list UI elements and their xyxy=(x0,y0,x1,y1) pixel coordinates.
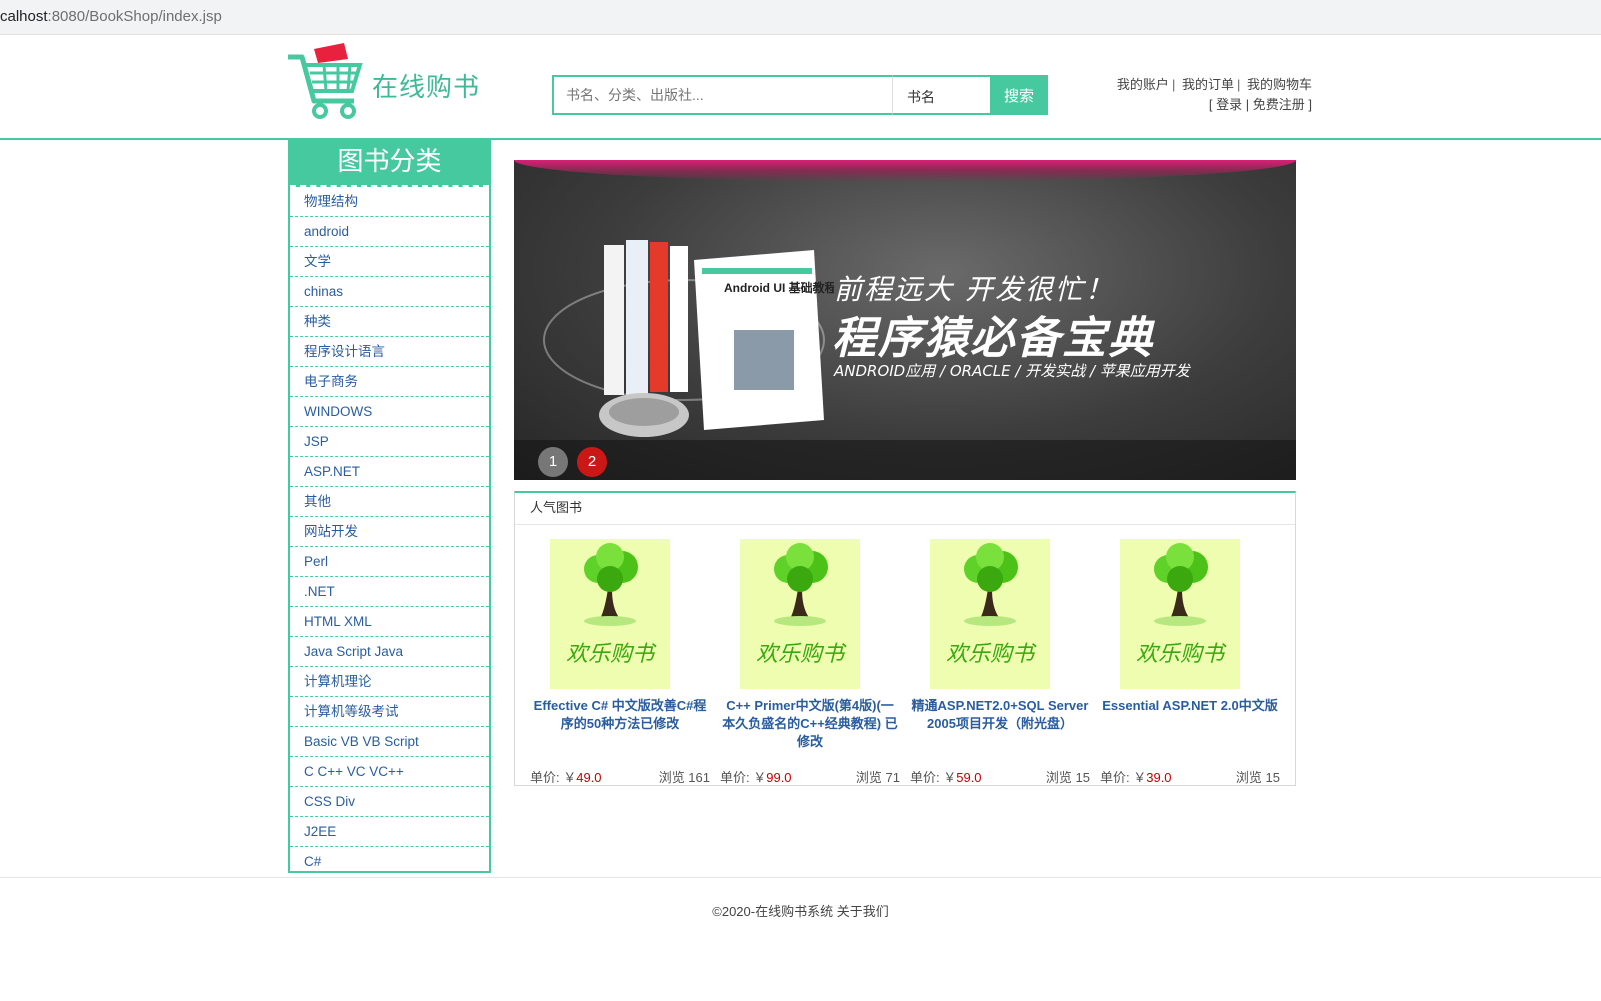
footer-text: ©2020-在线购书系统 关于我们 xyxy=(712,904,889,919)
banner-line3: ANDROID应用 / ORACLE / 开发实战 / 苹果应用开发 xyxy=(834,362,1190,380)
sidebar-category-item[interactable]: J2EE xyxy=(290,817,489,847)
sidebar-category-item[interactable]: ASP.NET xyxy=(290,457,489,487)
my-account-link[interactable]: 我的账户 xyxy=(1117,77,1169,92)
price-label: 单价: ￥ xyxy=(720,770,767,785)
sidebar-category-item[interactable]: WINDOWS xyxy=(290,397,489,427)
cover-text: 欢乐购书 xyxy=(566,642,657,667)
sidebar-category-item[interactable]: JSP xyxy=(290,427,489,457)
promo-banner[interactable]: Android UI 基础教程 前程远大 开发很忙！ 程序猿必备宝典 ANDRO… xyxy=(514,160,1296,480)
sidebar-category-item[interactable]: 其他 xyxy=(290,487,489,517)
price-label: 单价: ￥ xyxy=(910,770,957,785)
sidebar-category-item[interactable]: Perl xyxy=(290,547,489,577)
cover-text: 欢乐购书 xyxy=(756,642,847,667)
category-list: 物理结构 android 文学 chinas 种类 程序设计语言 电子商务 WINDOWS JS… xyxy=(290,187,489,876)
register-link[interactable]: 免费注册 xyxy=(1253,97,1305,112)
book-meta: 单价: ￥99.0 浏览 71 xyxy=(720,767,900,786)
search-type-value: 书名 xyxy=(907,89,935,105)
sidebar-category-item[interactable]: 种类 xyxy=(290,307,489,337)
slide-dot-1[interactable]: 1 xyxy=(538,447,568,477)
sidebar-category-item[interactable]: Basic VB VB Script xyxy=(290,727,489,757)
slide-dot-2[interactable]: 2 xyxy=(577,447,607,477)
book-price: 49.0 xyxy=(576,770,602,785)
sidebar-category-item[interactable]: CSS Div xyxy=(290,787,489,817)
price-label: 单价: ￥ xyxy=(1100,770,1147,785)
sidebar-category-item[interactable]: C# xyxy=(290,847,489,876)
logo-text[interactable]: 在线购书 xyxy=(372,67,480,104)
book-price: 99.0 xyxy=(766,770,792,785)
sidebar-category-item[interactable]: 计算机理论 xyxy=(290,667,489,697)
book-views: 浏览 15 xyxy=(1045,770,1090,785)
book-cover-image[interactable]: 欢乐购书 xyxy=(550,539,670,689)
banner-top-glow xyxy=(514,160,1296,182)
sidebar-category-item[interactable]: 网站开发 xyxy=(290,517,489,547)
book-meta: 单价: ￥49.0 浏览 161 xyxy=(530,767,710,786)
book-cover-image[interactable]: 欢乐购书 xyxy=(740,539,860,689)
cover-text: 欢乐购书 xyxy=(1136,642,1227,667)
address-bar[interactable]: calhost:8080/BookShop/index.jsp xyxy=(0,0,1601,35)
sidebar-category-item[interactable]: 程序设计语言 xyxy=(290,337,489,367)
book-price: 59.0 xyxy=(956,770,982,785)
sidebar-category-item[interactable]: C C++ VC VC++ xyxy=(290,757,489,787)
search-input[interactable] xyxy=(552,75,906,115)
book-price: 39.0 xyxy=(1146,770,1172,785)
book-meta: 单价: ￥39.0 浏览 15 xyxy=(1100,767,1280,786)
address-url[interactable]: calhost:8080/BookShop/index.jsp xyxy=(0,8,222,25)
sidebar-category-item[interactable]: android xyxy=(290,217,489,247)
search-button[interactable]: 搜索 xyxy=(990,75,1048,115)
book-stack-image: Android UI 基础教程 xyxy=(543,240,834,437)
book-views: 浏览 71 xyxy=(855,770,900,785)
my-cart-link[interactable]: 我的购物车 xyxy=(1247,77,1312,92)
sidebar-category-item[interactable]: chinas xyxy=(290,277,489,307)
book-title-link[interactable]: C++ Primer中文版(第4版)(一本久负盛名的C++经典教程) 已修改 xyxy=(720,697,900,751)
book-cover-image[interactable]: 欢乐购书 xyxy=(930,539,1050,689)
search-bar: 书名 ⌄ 搜索 xyxy=(552,75,1048,115)
banner-book-title: Android UI 基础教程 xyxy=(724,280,834,295)
login-link[interactable]: 登录 xyxy=(1216,97,1242,112)
book-title-link[interactable]: Essential ASP.NET 2.0中文版 xyxy=(1100,697,1280,715)
sidebar-category-item[interactable]: 物理结构 xyxy=(290,187,489,217)
book-views: 浏览 15 xyxy=(1235,770,1280,785)
sidebar-category-item[interactable]: 电子商务 xyxy=(290,367,489,397)
sidebar-category-item[interactable]: 文学 xyxy=(290,247,489,277)
popular-books-panel: 人气图书 欢乐购书 Effective C# 中文版改善C#程序的50种方法已修改… xyxy=(514,491,1296,786)
sidebar-category-item[interactable]: .NET xyxy=(290,577,489,607)
book-meta: 单价: ￥59.0 浏览 15 xyxy=(910,767,1090,786)
book-title-link[interactable]: Effective C# 中文版改善C#程序的50种方法已修改 xyxy=(530,697,710,733)
sidebar-category-item[interactable]: Java Script Java xyxy=(290,637,489,667)
site-header: 在线购书 书名 ⌄ 搜索 我的账户| 我的订单| 我的购物车 [ 登录 | 免费… xyxy=(0,35,1601,140)
sidebar-category-item[interactable]: HTML XML xyxy=(290,607,489,637)
cover-text: 欢乐购书 xyxy=(946,642,1037,667)
price-label: 单价: ￥ xyxy=(530,770,577,785)
account-links: 我的账户 | 我的订单 | 我的购物车 [ 登录 | 免费注册 ] xyxy=(1116,77,1312,112)
footer-divider xyxy=(0,877,1601,878)
category-title: 图书分类 xyxy=(290,139,489,187)
banner-line2: 程序猿必备宝典 xyxy=(832,313,1154,364)
popular-books-title: 人气图书 xyxy=(515,493,1295,525)
sidebar-category-item[interactable]: 计算机等级考试 xyxy=(290,697,489,727)
my-orders-link[interactable]: 我的订单 xyxy=(1182,77,1234,92)
book-title-link[interactable]: 精通ASP.NET2.0+SQL Server 2005项目开发（附光盘） xyxy=(910,697,1090,733)
category-sidebar: 图书分类 物理结构 android 文学 chinas 种类 程序设计语言 电子商务 WIND… xyxy=(288,139,491,873)
book-cover-image[interactable]: 欢乐购书 xyxy=(1120,539,1240,689)
banner-bottom-bar xyxy=(514,440,1296,480)
book-views: 浏览 161 xyxy=(658,770,710,785)
